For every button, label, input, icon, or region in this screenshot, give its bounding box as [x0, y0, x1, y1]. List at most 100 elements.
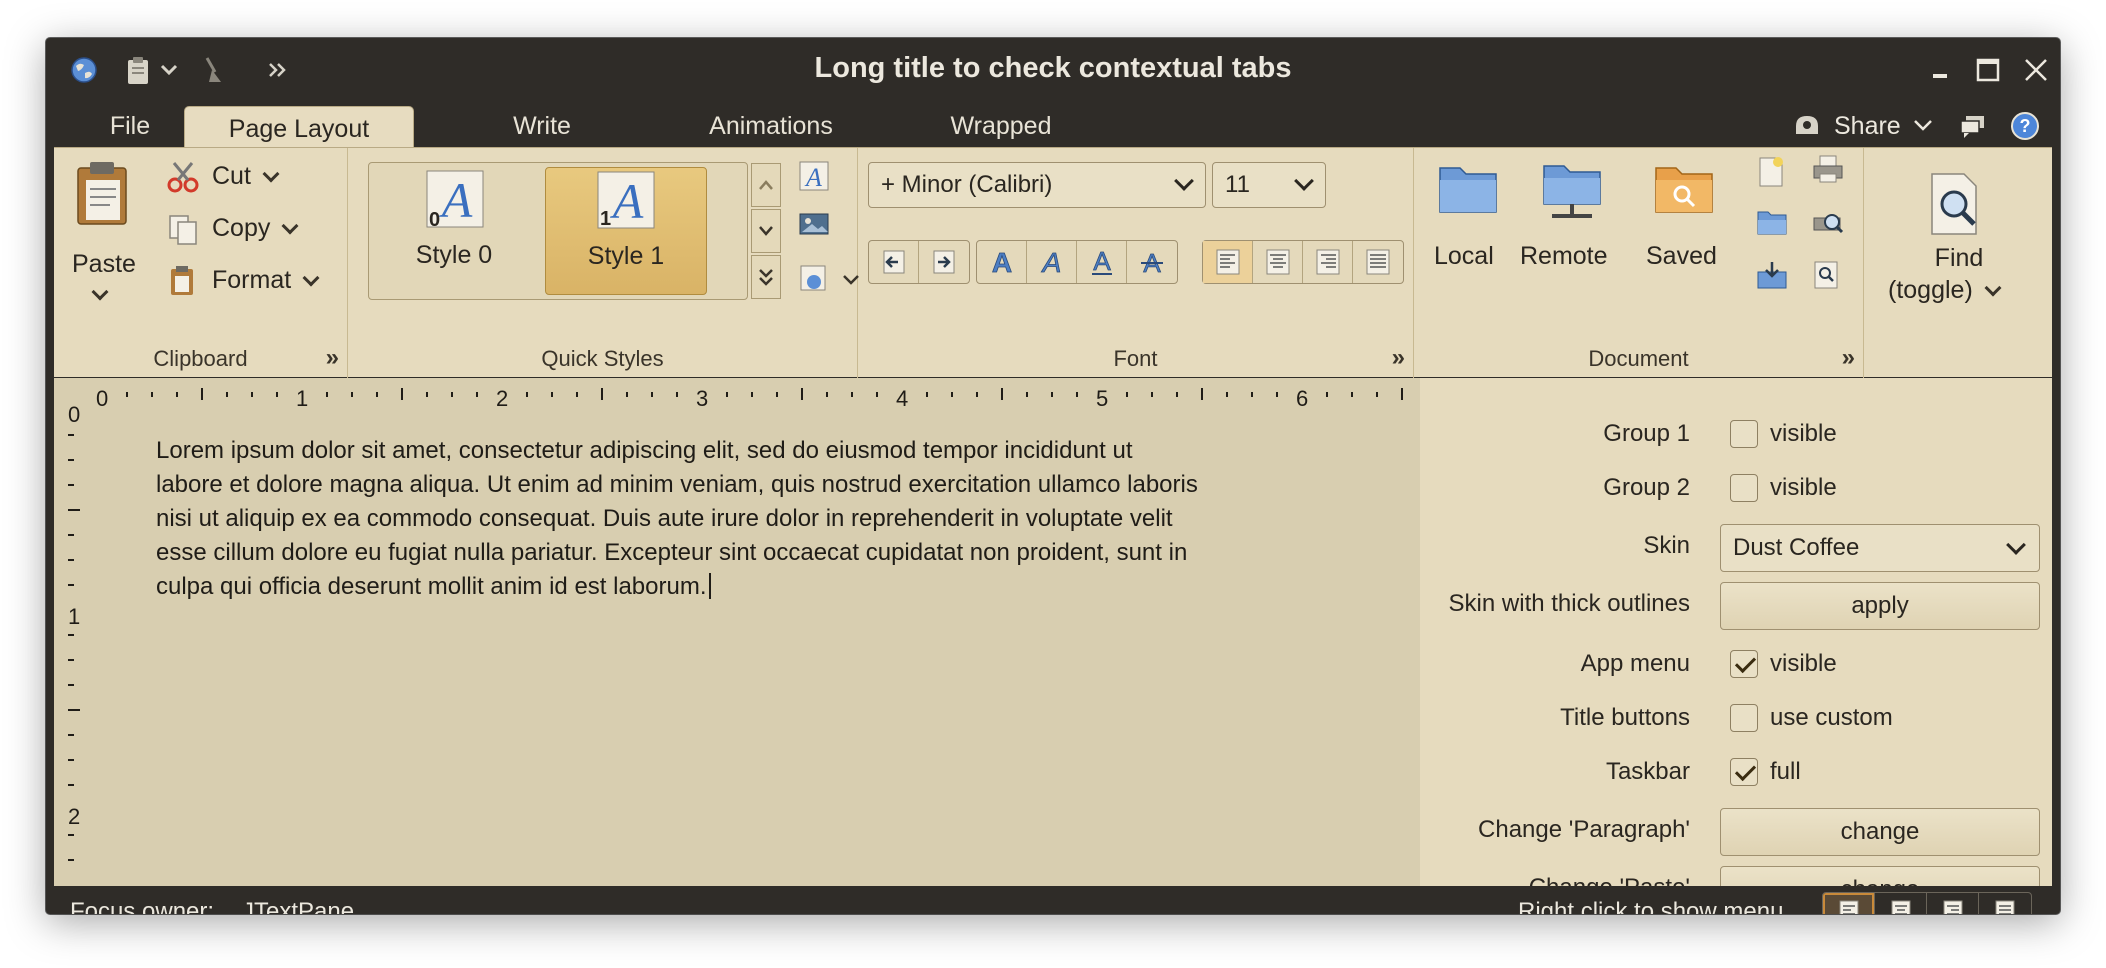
apply-button[interactable]: apply	[1720, 582, 2040, 630]
double-chevron-down-icon	[759, 269, 773, 286]
cut-button[interactable]: Cut	[166, 158, 316, 198]
chevron-down-icon	[1174, 171, 1194, 191]
minimize-button[interactable]	[1920, 52, 1960, 88]
gallery-expand[interactable]	[751, 255, 781, 299]
format-button[interactable]: Format	[166, 262, 346, 302]
skin-label: Skin	[1643, 532, 1690, 559]
copy-button[interactable]: Copy	[166, 210, 336, 250]
strikethrough-button[interactable]: A	[1127, 241, 1177, 283]
print-preview-icon[interactable]	[1812, 208, 1846, 242]
tab-wrapped[interactable]: Wrapped	[906, 102, 1096, 150]
group2-checkbox[interactable]	[1730, 474, 1758, 502]
tab-file[interactable]: File	[86, 102, 174, 150]
app-menu-checkbox[interactable]	[1730, 650, 1758, 678]
group2-check-text: visible	[1770, 474, 1837, 501]
focus-owner-label: Focus owner:	[70, 898, 215, 914]
new-document-icon[interactable]	[1756, 156, 1790, 190]
document-expand-icon[interactable]: »	[1842, 344, 1855, 372]
increase-indent-button[interactable]	[919, 241, 969, 283]
import-icon[interactable]	[1756, 260, 1790, 294]
chevron-down-icon[interactable]	[158, 54, 180, 86]
app-globe-icon[interactable]	[68, 54, 100, 86]
tab-write[interactable]: Write	[472, 102, 612, 150]
ruler-tick	[1226, 392, 1228, 397]
chat-icon[interactable]	[1958, 108, 1988, 144]
font-expand-icon[interactable]: »	[1392, 344, 1405, 372]
change-paragraph-button[interactable]: change	[1720, 808, 2040, 856]
ruler-tick	[68, 734, 74, 736]
ruler-tick	[726, 392, 728, 397]
align-right-button[interactable]	[1303, 241, 1353, 283]
share-button[interactable]: Share	[1792, 108, 1933, 144]
gallery-scroll-up[interactable]	[751, 163, 781, 207]
help-icon[interactable]: ?	[2010, 108, 2040, 144]
broom-icon[interactable]	[198, 54, 230, 86]
quick-styles-title: Quick Styles	[541, 346, 664, 371]
text-line-last: culpa qui officia deserunt mollit anim i…	[156, 570, 1336, 604]
find-label-line2: (toggle)	[1888, 276, 2002, 305]
tab-animations[interactable]: Animations	[666, 102, 876, 150]
decrease-indent-button[interactable]	[869, 241, 919, 283]
find-toggle-button[interactable]: Find (toggle)	[1874, 172, 2044, 342]
ruler-tick	[68, 709, 80, 711]
view-page-left-button[interactable]	[1823, 893, 1875, 914]
style-1-button[interactable]: A 1 Style 1	[545, 167, 707, 295]
change-paste-button[interactable]: change	[1720, 866, 2040, 886]
change-paste-label: Change 'Paste'	[1529, 874, 1690, 886]
view-page-center-button[interactable]	[1875, 893, 1927, 914]
local-button[interactable]: Local	[1428, 158, 1508, 278]
group1-checkbox[interactable]	[1730, 420, 1758, 448]
ruler-tick	[1251, 392, 1253, 397]
document-text[interactable]: Lorem ipsum dolor sit amet, consectetur …	[156, 434, 1336, 604]
title-buttons-checkbox[interactable]	[1730, 704, 1758, 732]
remote-label: Remote	[1520, 242, 1608, 270]
skin-combo[interactable]: Dust Coffee	[1720, 524, 2040, 572]
ruler-tick	[1326, 392, 1328, 397]
close-button[interactable]	[2016, 52, 2056, 88]
font-family-combo[interactable]: + Minor (Calibri)	[868, 162, 1206, 208]
view-page-justify-button[interactable]	[1979, 893, 2031, 914]
remote-button[interactable]: Remote	[1520, 158, 1630, 278]
zoom-page-icon[interactable]	[1812, 260, 1846, 294]
tab-page-layout-label: Page Layout	[228, 115, 370, 143]
font-size-combo[interactable]: 11	[1212, 162, 1326, 208]
maximize-button[interactable]	[1968, 52, 2008, 88]
paste-button[interactable]: Paste	[72, 160, 140, 310]
clipboard-icon[interactable]	[122, 54, 154, 86]
font-title: Font	[1113, 346, 1158, 371]
italic-button[interactable]: A	[1027, 241, 1077, 283]
overflow-chevrons-icon[interactable]	[264, 54, 292, 86]
cut-label: Cut	[212, 162, 280, 191]
ribbon-task-bar: File Page Layout Write Animations Wrappe…	[46, 102, 2060, 152]
picture-icon[interactable]	[798, 210, 834, 246]
clipboard-expand-icon[interactable]: »	[326, 344, 339, 372]
align-center-button[interactable]	[1253, 241, 1303, 283]
ruler-tick	[626, 392, 628, 397]
open-folder-icon[interactable]	[1756, 208, 1790, 242]
align-left-button[interactable]	[1203, 241, 1253, 283]
bold-a-icon: A	[991, 247, 1012, 277]
view-page-right-button[interactable]	[1927, 893, 1979, 914]
text-style-icon[interactable]: A	[798, 160, 834, 196]
page-center-icon	[1891, 900, 1910, 914]
tab-write-label: Write	[513, 111, 571, 140]
style-0-button[interactable]: A 0 Style 0	[373, 167, 535, 295]
font-family-value: + Minor (Calibri)	[881, 171, 1053, 198]
print-icon[interactable]	[1812, 154, 1846, 188]
ruler-tick	[1151, 392, 1153, 397]
ruler-tick	[1401, 388, 1403, 400]
align-justify-button[interactable]	[1353, 241, 1403, 283]
tab-page-layout[interactable]: Page Layout	[184, 106, 414, 152]
tab-file-label: File	[109, 111, 151, 140]
bold-button[interactable]: A	[977, 241, 1027, 283]
ruler-tick	[1201, 388, 1203, 400]
underline-button[interactable]: A	[1077, 241, 1127, 283]
change-paragraph-row: Change 'Paragraph' change	[1420, 808, 2052, 856]
saved-button[interactable]: Saved	[1640, 158, 1730, 278]
ruler-tick	[826, 392, 828, 397]
find-label-line1: Find	[1934, 244, 1984, 272]
gallery-scroll-down[interactable]	[751, 209, 781, 253]
taskbar-checkbox[interactable]	[1730, 758, 1758, 786]
text-editor[interactable]: 0 1 2 Lorem ipsum dolor sit amet, consec…	[54, 378, 1420, 886]
horizontal-ruler	[126, 388, 1403, 400]
